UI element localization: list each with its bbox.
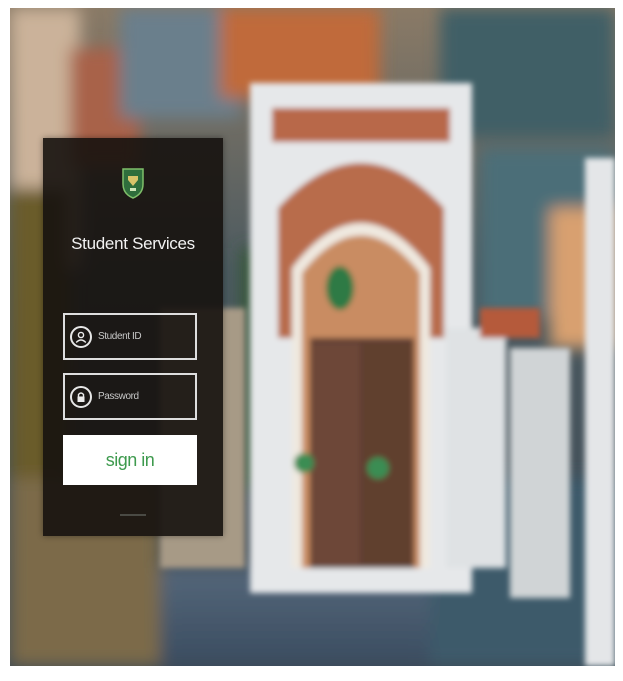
login-page: Student Services sign in <box>10 8 615 666</box>
user-icon <box>70 325 92 348</box>
password-field[interactable] <box>63 373 197 420</box>
portal-title: Student Services <box>71 234 195 253</box>
shield-crest-icon <box>122 168 144 199</box>
panel-divider <box>120 514 146 516</box>
sign-in-button[interactable]: sign in <box>63 435 197 485</box>
lock-icon <box>70 385 92 408</box>
student-id-input[interactable] <box>96 330 191 343</box>
password-input[interactable] <box>96 390 191 403</box>
student-id-field[interactable] <box>63 313 197 360</box>
login-panel: Student Services sign in <box>43 138 223 536</box>
